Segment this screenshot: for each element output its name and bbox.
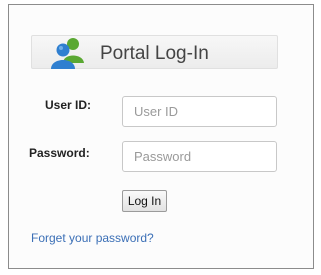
userid-field[interactable] (122, 96, 277, 127)
page-title: Portal Log-In (100, 43, 209, 64)
login-header: Portal Log-In (31, 35, 278, 69)
password-field[interactable] (122, 141, 277, 172)
password-label: Password: (29, 146, 90, 160)
forgot-password-link[interactable]: Forget your password? (31, 231, 154, 245)
login-button[interactable]: Log In (122, 190, 167, 212)
userid-label: User ID: (45, 98, 92, 112)
users-icon (50, 36, 90, 70)
login-panel: Portal Log-In User ID: Password: Log In … (8, 4, 314, 269)
